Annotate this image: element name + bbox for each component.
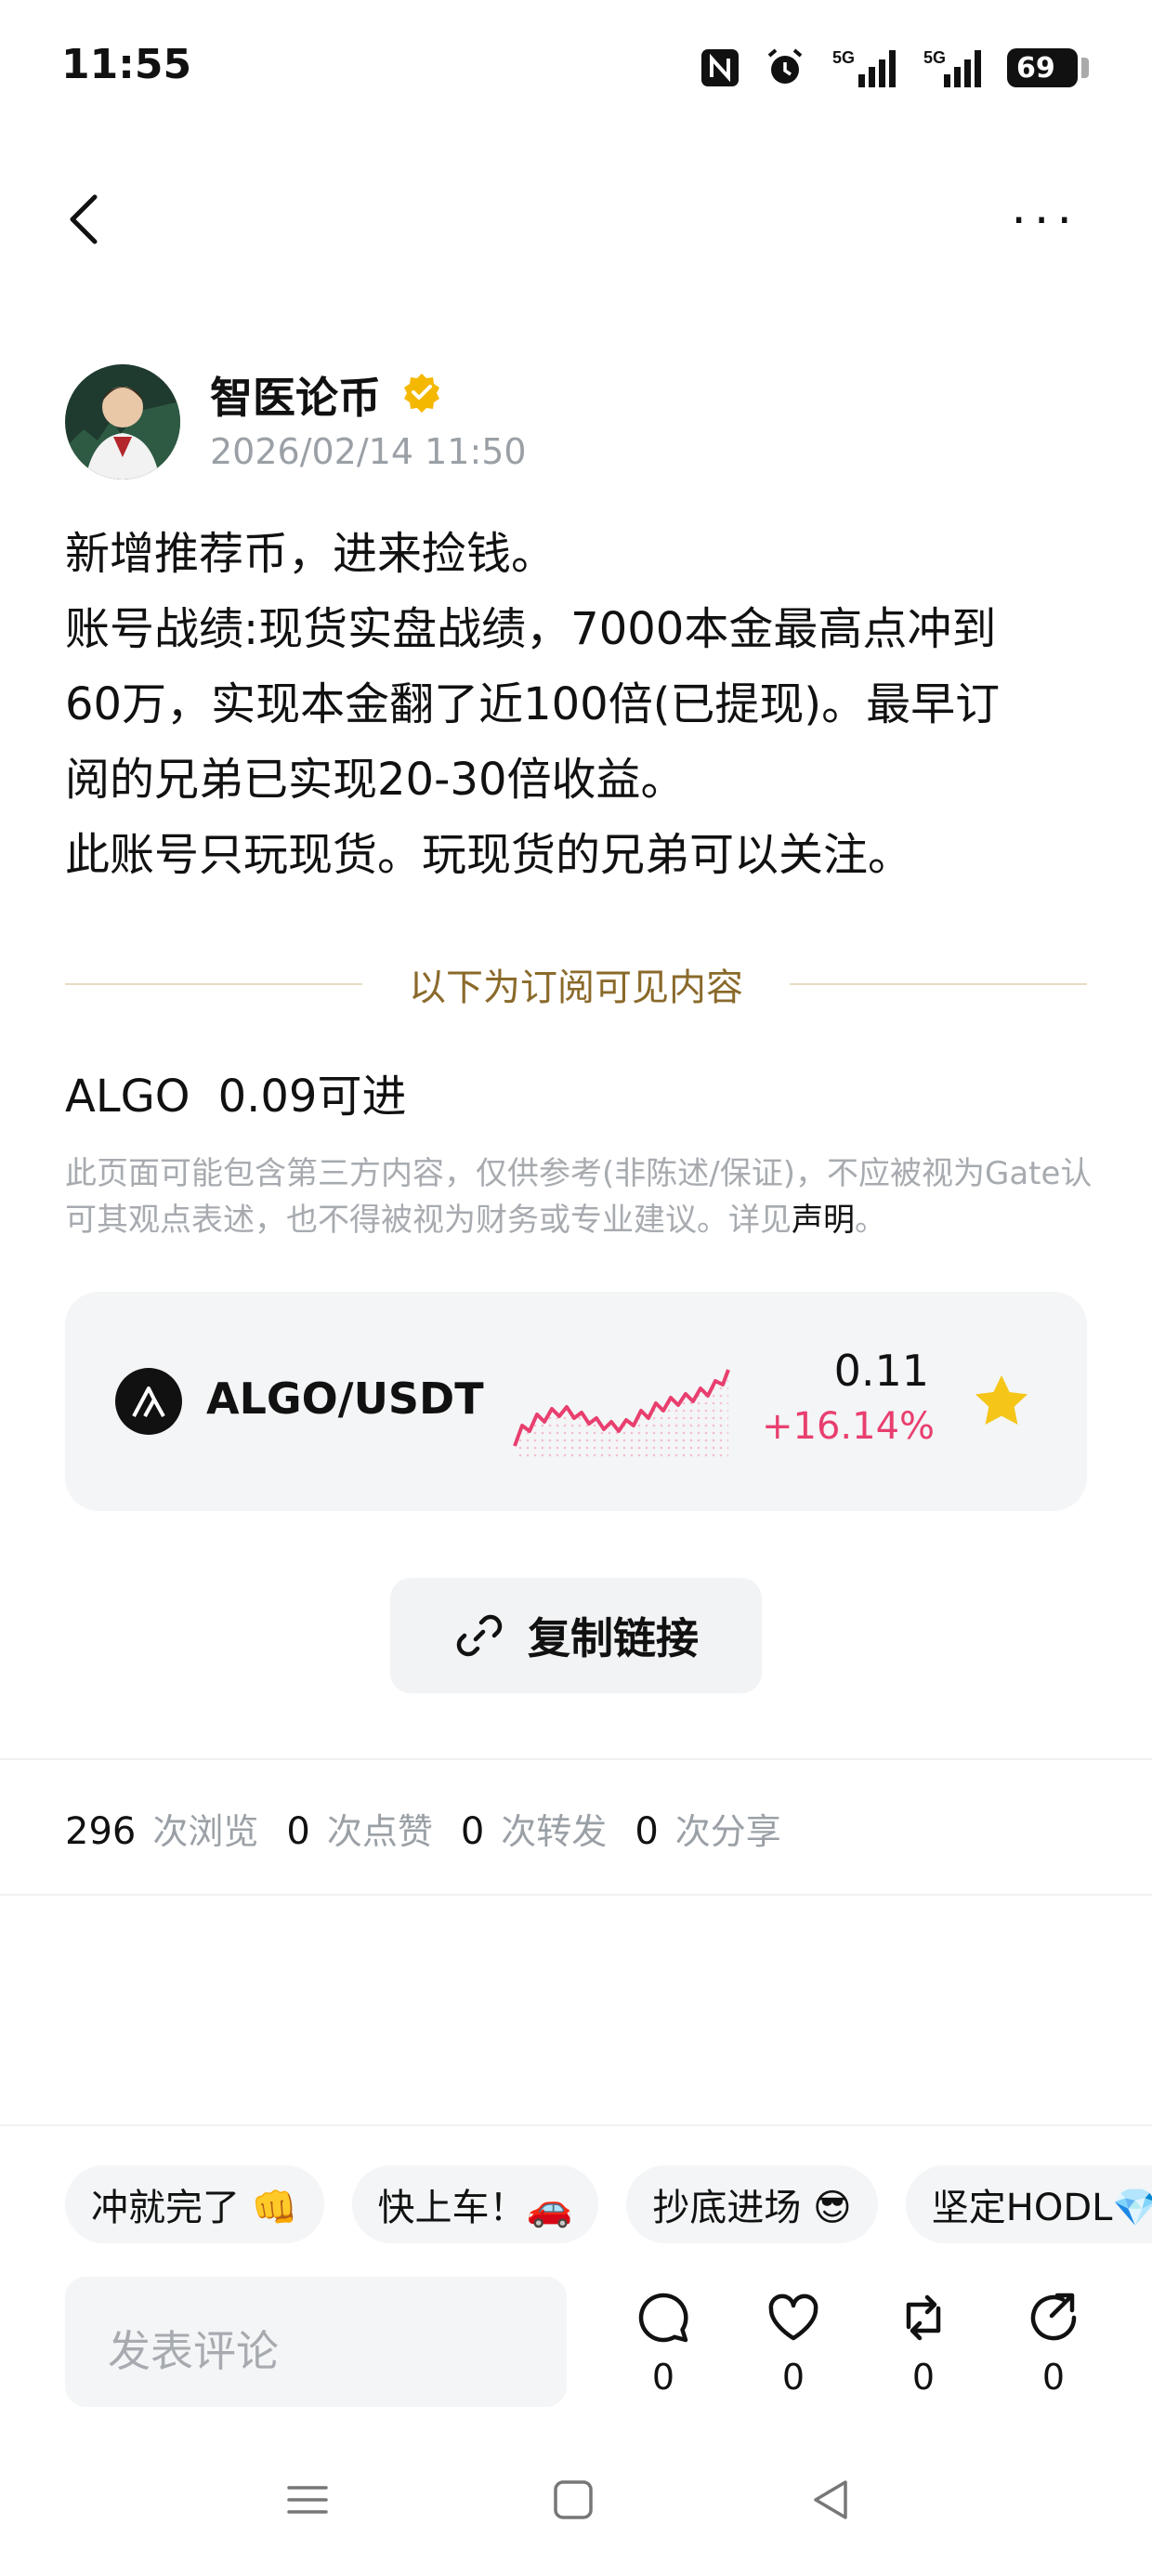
algo-logo-icon [115, 1368, 182, 1435]
status-icons: 5G 5G 69 [700, 43, 1089, 93]
coin-note: 0.09可进 [217, 1071, 407, 1123]
back-arrow-icon [70, 194, 98, 244]
status-time: 11:55 [61, 41, 192, 88]
avatar[interactable] [65, 364, 180, 480]
menu-icon [287, 2486, 328, 2514]
reposts-count: 0 [460, 1810, 485, 1853]
repost-count: 0 [911, 2357, 936, 2398]
stats-top-divider [0, 1758, 1152, 1760]
post-body: 新增推荐币，进来捡钱。 账号战绩:现货实盘战绩，7000本金最高点冲到 60万，… [65, 517, 1096, 893]
shares-count: 0 [635, 1810, 659, 1853]
signal-5g-icon: 5G [831, 46, 899, 89]
comment-count: 0 [651, 2357, 675, 2398]
post-time: 2026/02/14 11:50 [210, 431, 527, 472]
disclaimer-text: 此页面可能包含第三方内容，仅供参考(非陈述/保证)，不应被视为Gate认可其观点… [65, 1155, 1093, 1239]
link-icon [456, 1614, 503, 1657]
alarm-icon [764, 46, 806, 89]
comment-placeholder: 发表评论 [108, 2326, 279, 2376]
post-line: 60万，实现本金翻了近100倍(已提现)。最早订 [65, 678, 1001, 730]
quick-reply-chip[interactable]: 快上车！🚗 [351, 2165, 599, 2243]
nav-home-button[interactable] [550, 2477, 596, 2542]
more-button[interactable]: ··· [1011, 197, 1080, 245]
nfc-icon [700, 48, 740, 87]
likes-label: 次点赞 [326, 1811, 433, 1852]
disclaimer: 此页面可能包含第三方内容，仅供参考(非陈述/保证)，不应被视为Gate认可其观点… [65, 1150, 1096, 1243]
shares-label: 次分享 [674, 1811, 781, 1852]
ticker-change: +16.14% [762, 1405, 936, 1448]
subscriber-divider-label: 以下为订阅可见内容 [409, 966, 743, 1009]
comment-action[interactable]: 0 [626, 2290, 700, 2398]
nav-back-button[interactable] [808, 2477, 855, 2542]
repost-icon [906, 2294, 941, 2341]
copy-link-label: 复制链接 [528, 1613, 699, 1663]
nav-back-triangle-icon [814, 2480, 847, 2519]
views-count: 296 [65, 1810, 137, 1853]
quick-reply-chip[interactable]: 坚定HODL💎 [905, 2165, 1152, 2243]
comment-icon [638, 2293, 688, 2343]
home-square-icon [554, 2480, 593, 2519]
like-action[interactable]: 0 [756, 2290, 831, 2398]
coin-recommendation: ALGO 0.09可进 [65, 1059, 406, 1124]
signal2-label: 5G [923, 48, 946, 67]
disclaimer-end: 。 [855, 1202, 886, 1239]
post-line: 账号战绩:现货实盘战绩，7000本金最高点冲到 [65, 603, 997, 655]
disclaimer-link[interactable]: 声明 [792, 1202, 855, 1239]
copy-link-button[interactable]: 复制链接 [390, 1578, 762, 1693]
nav-menu-button[interactable] [284, 2477, 331, 2542]
sparkline-chart [511, 1357, 734, 1459]
quick-reply-chip[interactable]: 抄底进场 😎 [626, 2165, 878, 2243]
avatar-image [65, 364, 180, 480]
heart-icon [768, 2293, 818, 2341]
like-count: 0 [781, 2357, 805, 2398]
views-label: 次浏览 [152, 1811, 259, 1852]
post-line: 阅的兄弟已实现20-30倍收益。 [65, 754, 686, 806]
signal-5g-icon-2: 5G [923, 46, 983, 89]
post-line: 此账号只玩现货。玩现货的兄弟可以关注。 [65, 829, 913, 881]
ticker-pair: ALGO/USDT [206, 1373, 484, 1424]
repost-action[interactable]: 0 [886, 2290, 961, 2398]
author-name[interactable]: 智医论币 [210, 364, 381, 426]
reposts-label: 次转发 [501, 1811, 608, 1852]
stats-bottom-divider [0, 1894, 1152, 1896]
post-stats: 296 次浏览 0 次点赞 0 次转发 0 次分享 [65, 1803, 809, 1854]
post-line: 新增推荐币，进来捡钱。 [65, 528, 556, 580]
signal1-label: 5G [832, 48, 855, 67]
share-icon [1030, 2293, 1077, 2341]
verified-badge-icon [401, 372, 442, 413]
likes-count: 0 [286, 1810, 310, 1853]
back-button[interactable] [63, 191, 110, 247]
star-icon[interactable] [972, 1372, 1031, 1431]
coin-symbol[interactable]: ALGO [65, 1071, 190, 1123]
battery-indicator: 69 [1007, 48, 1089, 87]
ticker-price: 0.11 [833, 1346, 929, 1396]
bottom-bar-divider [0, 2124, 1152, 2126]
share-action[interactable]: 0 [1016, 2290, 1091, 2398]
share-count: 0 [1041, 2357, 1066, 2398]
quick-reply-chip[interactable]: 冲就完了 👊 [65, 2165, 324, 2243]
quick-replies: 冲就完了 👊 快上车！🚗 抄底进场 😎 坚定HODL💎 [65, 2165, 1152, 2243]
